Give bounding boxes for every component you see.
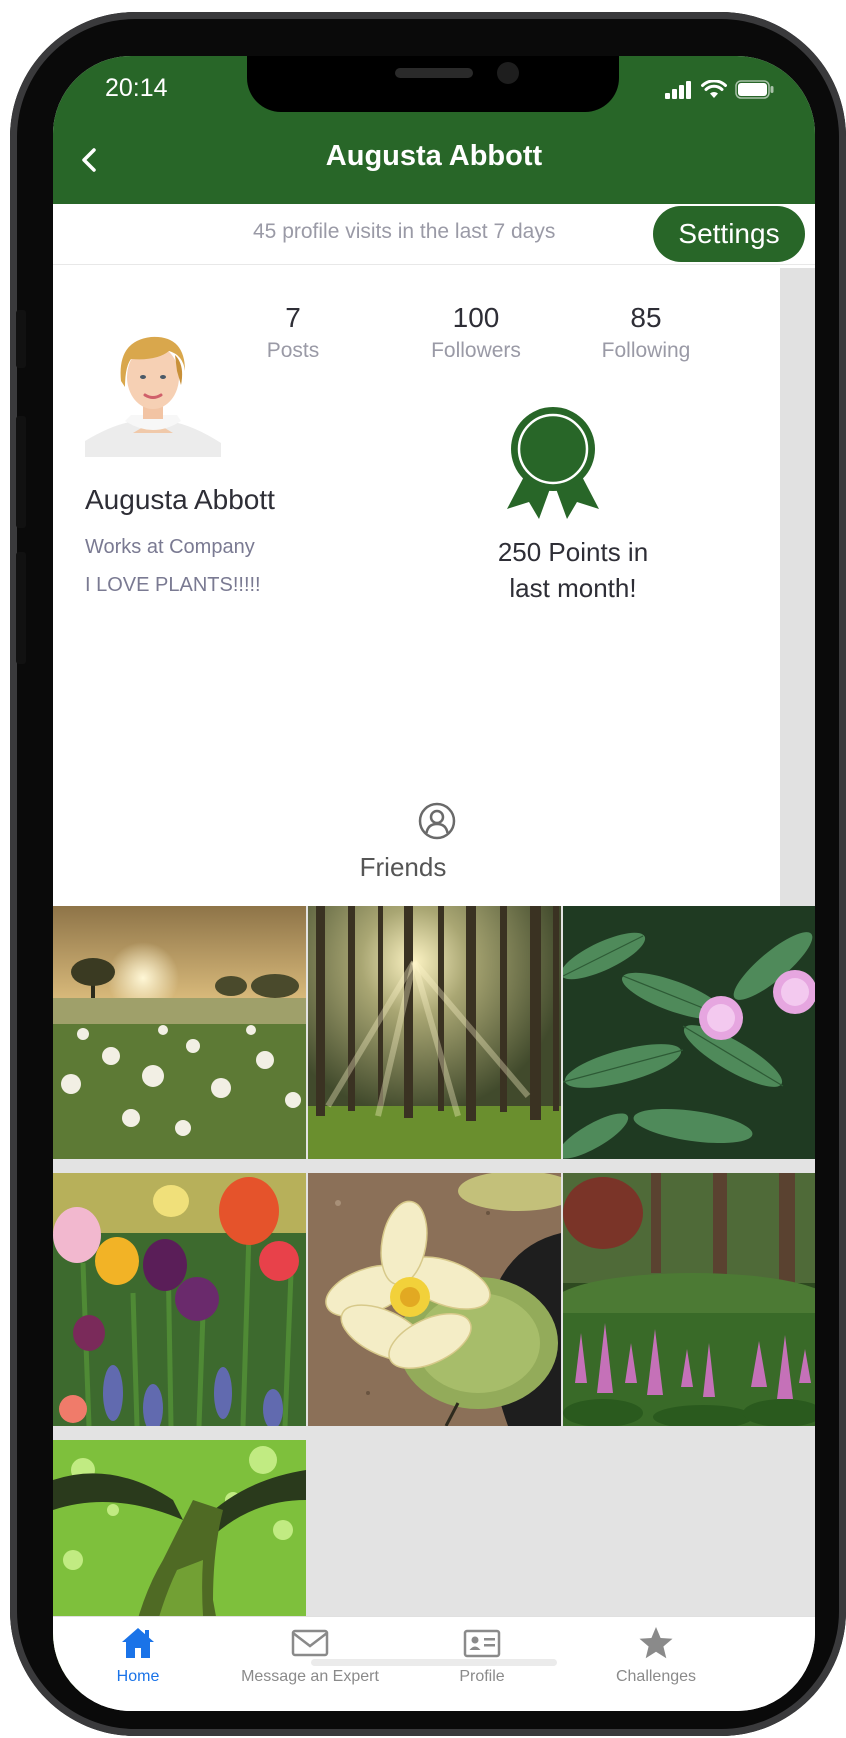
speaker — [395, 68, 473, 78]
stat-followers-value: 100 — [452, 302, 500, 333]
stat-following-label: Following — [601, 339, 691, 362]
volume-up-button — [16, 416, 26, 528]
garden-astilbe-photo — [563, 1173, 815, 1426]
points-text: 250 Points in last month! — [453, 534, 693, 606]
photo-tile[interactable] — [53, 906, 306, 1159]
dandelion-field-photo — [53, 906, 306, 1159]
photo-tile[interactable] — [308, 1173, 561, 1426]
stat-following[interactable]: 85 Following — [566, 302, 726, 363]
app-screen: 20:14 Augusta Abbott 45 profile visits i… — [53, 56, 815, 1711]
photo-tile[interactable] — [563, 1173, 815, 1426]
visits-bar: 45 profile visits in the last 7 days Set… — [53, 204, 815, 265]
settings-button[interactable]: Settings — [653, 206, 805, 262]
avatar — [85, 321, 221, 457]
tab-message-expert-label: Message an Expert — [241, 1668, 379, 1685]
tab-message-expert[interactable]: Message an Expert — [215, 1625, 405, 1686]
stat-posts-value: 7 — [285, 302, 301, 333]
profile-name: Augusta Abbott — [85, 484, 275, 515]
stat-following-value: 85 — [630, 302, 662, 333]
id-card-icon — [463, 1629, 501, 1658]
home-indicator[interactable] — [311, 1659, 557, 1666]
tab-home-label: Home — [116, 1668, 160, 1685]
page-title: Augusta Abbott — [325, 140, 543, 172]
tab-home[interactable]: Home — [53, 1625, 233, 1686]
photo-tile[interactable] — [563, 906, 815, 1159]
points-line-2: last month! — [509, 573, 637, 603]
camera — [497, 62, 519, 84]
friends-label: Friends — [359, 852, 447, 882]
notch — [247, 56, 619, 112]
stat-posts[interactable]: 7 Posts — [213, 302, 373, 363]
tab-profile-label: Profile — [459, 1668, 505, 1685]
envelope-icon — [291, 1629, 329, 1657]
profile-work: Works at Company — [85, 536, 255, 558]
stat-followers-label: Followers — [431, 339, 521, 362]
wifi-icon — [701, 80, 727, 98]
mimosa-plant-photo — [563, 906, 815, 1159]
tab-profile[interactable]: Profile — [387, 1625, 577, 1686]
profile-visits-text: 45 profile visits in the last 7 days — [253, 220, 556, 243]
points-line-1: 250 Points in — [497, 537, 649, 567]
profile-bio: I LOVE PLANTS!!!!! — [85, 574, 261, 596]
signal-icon — [665, 81, 691, 99]
photo-tile[interactable] — [53, 1173, 306, 1426]
forest-photo — [308, 906, 561, 1159]
status-icons — [665, 80, 775, 99]
tulips-photo — [53, 1173, 306, 1426]
tab-challenges-label: Challenges — [615, 1668, 697, 1685]
star-icon — [639, 1627, 673, 1659]
volume-down-button — [16, 552, 26, 664]
friends-icon[interactable] — [418, 802, 456, 840]
stat-followers[interactable]: 100 Followers — [396, 302, 556, 363]
mute-switch — [16, 310, 26, 368]
photo-tile[interactable] — [308, 906, 561, 1159]
home-icon — [122, 1628, 154, 1658]
stat-posts-label: Posts — [266, 339, 320, 362]
app-header: 20:14 Augusta Abbott — [53, 56, 815, 204]
battery-icon — [735, 80, 774, 99]
tab-challenges[interactable]: Challenges — [561, 1625, 751, 1686]
lotus-flower-photo — [308, 1173, 561, 1426]
award-ribbon-icon — [507, 407, 599, 519]
status-time: 20:14 — [105, 74, 168, 102]
photo-grid — [53, 906, 815, 1693]
